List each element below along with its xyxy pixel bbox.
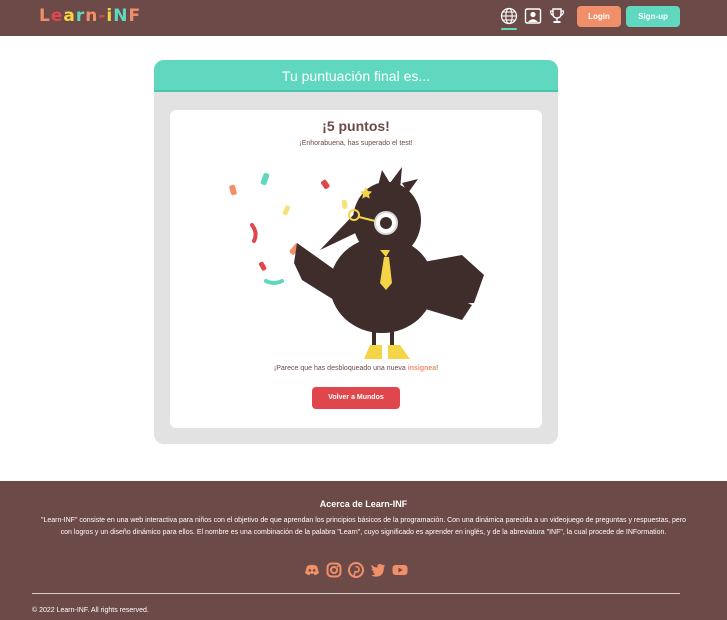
result-card-header: Tu puntuación final es... (154, 60, 558, 92)
badge-unlocked-message: ¡Parece que has desbloqueado una nueva i… (170, 365, 542, 372)
logo-letter: r (75, 6, 86, 26)
badge-msg-suffix: ! (436, 365, 439, 372)
logo-letter: n (85, 6, 99, 26)
youtube-icon[interactable] (392, 562, 408, 578)
discord-icon[interactable] (304, 562, 320, 578)
copyright: © 2022 Learn-INF. All rights reserved. (32, 607, 149, 614)
logo-letter: a (63, 6, 76, 26)
confetti (229, 172, 348, 285)
navbar: Learn-iNF Login Sign-up (0, 0, 727, 36)
active-nav-indicator (501, 28, 517, 30)
logo-letter: F (128, 6, 142, 26)
result-card-body: ¡5 puntos! ¡Enhorabuena, has superado el… (170, 110, 542, 428)
globe-icon[interactable] (500, 7, 518, 25)
login-button[interactable]: Login (577, 6, 621, 27)
footer-title: Acerca de Learn-INF (319, 499, 408, 509)
footer-divider (32, 593, 680, 594)
logo-letter: N (113, 6, 129, 26)
social-links (304, 562, 410, 578)
trophy-icon[interactable] (548, 7, 566, 25)
badge-msg-prefix: ¡Parece que has desbloqueado una nueva (273, 365, 408, 372)
logo-letter: L (39, 6, 51, 26)
instagram-icon[interactable] (326, 562, 342, 578)
logo[interactable]: Learn-iNF (39, 5, 141, 27)
pinterest-icon[interactable] (348, 562, 364, 578)
twitter-icon[interactable] (370, 562, 386, 578)
footer: Acerca de Learn-INF "Learn-INF" consiste… (0, 481, 727, 620)
congrats-message: ¡Enhorabuena, has superado el test! (299, 140, 413, 147)
logo-letter: i (106, 6, 114, 26)
result-card: Tu puntuación final es... ¡5 puntos! ¡En… (154, 60, 558, 444)
logo-letter: - (98, 6, 107, 26)
badge-link[interactable]: insignea (408, 365, 436, 372)
back-to-worlds-button[interactable]: Volver a Mundos (312, 387, 400, 409)
logo-letter: e (50, 6, 64, 26)
footer-description: "Learn-INF" consiste en una web interact… (40, 517, 687, 536)
celebrating-bird-illustration (229, 167, 484, 359)
profile-icon[interactable] (524, 7, 542, 25)
score-title: ¡5 puntos! (322, 118, 390, 134)
signup-button[interactable]: Sign-up (626, 6, 680, 27)
